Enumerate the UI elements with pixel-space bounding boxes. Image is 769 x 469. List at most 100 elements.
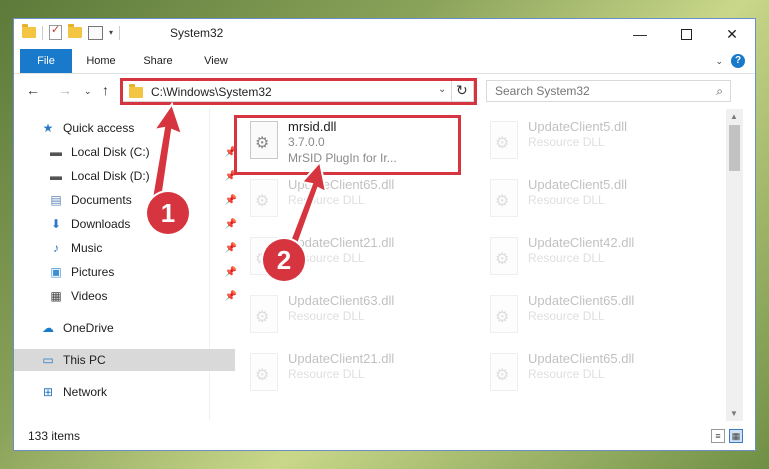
properties-icon[interactable] [88, 25, 103, 40]
star-icon: ★ [42, 121, 54, 135]
up-arrow-icon[interactable]: ↑ [102, 82, 109, 98]
vertical-scrollbar[interactable]: ▲ ▼ [726, 109, 743, 421]
nav-item-videos[interactable]: ▦ Videos 📌 [14, 285, 243, 307]
nav-item-downloads[interactable]: ⬇ Downloads 📌 [14, 213, 243, 235]
file-name: UpdateClient21.dll [288, 235, 395, 250]
file-name: UpdateClient5.dll [528, 177, 628, 192]
nav-item-this-pc[interactable]: ▭ This PC [14, 349, 235, 371]
file-name: UpdateClient65.dll [528, 293, 635, 308]
file-item-mrsid[interactable]: ⚙ mrsid.dll 3.7.0.0 MrSID PlugIn for Ir.… [240, 115, 470, 167]
file-name: UpdateClient63.dll [288, 293, 395, 308]
nav-item-label: Pictures [71, 265, 115, 279]
search-box[interactable]: ⌕ [486, 80, 731, 102]
expand-ribbon-chevron-icon[interactable]: ⌄ [715, 56, 723, 67]
file-description: Resource DLL [528, 135, 605, 149]
file-item[interactable]: ⚙ UpdateClient65.dll Resource DLL [240, 173, 470, 225]
view-toggle: ≡ ▦ [711, 429, 743, 443]
customize-toolbar-chevron-icon[interactable]: ▾ [109, 28, 113, 37]
nav-item-label: Local Disk (D:) [71, 169, 150, 183]
item-count: 133 items [28, 429, 81, 443]
forward-arrow-icon[interactable]: → [58, 82, 72, 98]
nav-item-label: Local Disk (C:) [71, 145, 150, 159]
scrollbar-thumb[interactable] [729, 125, 740, 171]
tiles-view-icon[interactable]: ▦ [729, 429, 743, 443]
tab-view[interactable]: View [198, 49, 234, 73]
file-item[interactable]: ⚙ UpdateClient5.dll Resource DLL [480, 115, 710, 167]
file-name: UpdateClient65.dll [288, 177, 395, 192]
minimize-button[interactable]: — [617, 19, 663, 49]
quick-access-toolbar: ▾ [22, 23, 121, 40]
nav-item-label: Downloads [71, 217, 131, 231]
back-arrow-icon[interactable]: ← [26, 82, 40, 98]
nav-item-onedrive[interactable]: ☁ OneDrive [14, 317, 235, 339]
folder-icon [129, 84, 143, 98]
toolbar-divider [119, 25, 121, 40]
file-item[interactable]: ⚙ UpdateClient21.dll Resource DLL [240, 347, 470, 399]
file-item[interactable]: ⚙ UpdateClient65.dll Resource DLL [480, 289, 710, 341]
search-icon[interactable]: ⌕ [716, 84, 723, 99]
window-controls: — ✕ [617, 19, 755, 49]
scroll-down-arrow-icon[interactable]: ▼ [730, 409, 738, 418]
refresh-icon[interactable]: ↻ [456, 82, 468, 99]
file-description: Resource DLL [528, 193, 605, 207]
file-description: Resource DLL [528, 367, 605, 381]
file-description: Resource DLL [288, 367, 365, 381]
nav-item-label: This PC [63, 353, 106, 367]
status-bar: 133 items ≡ ▦ [14, 423, 755, 450]
nav-item-local-disk-d[interactable]: ▬ Local Disk (D:) 📌 [14, 165, 243, 187]
help-icon[interactable]: ? [731, 54, 745, 68]
nav-item-label: Music [71, 241, 103, 255]
scroll-up-arrow-icon[interactable]: ▲ [730, 112, 738, 121]
folder-icon[interactable] [22, 24, 36, 38]
details-view-icon[interactable]: ≡ [711, 429, 725, 443]
properties-check-icon[interactable] [49, 23, 62, 40]
dll-file-icon: ⚙ [486, 179, 522, 219]
file-item[interactable]: ⚙ UpdateClient65.dll Resource DLL [480, 347, 710, 399]
file-description: MrSID PlugIn for Ir... [288, 151, 397, 165]
maximize-icon [680, 28, 692, 40]
navigation-bar: ← → ⌄ ↑ C:\Windows\System32 ⌄ ↻ ⌕ [14, 74, 755, 108]
step-1-callout: 1 [147, 192, 189, 234]
nav-item-label: OneDrive [63, 321, 114, 335]
dll-file-icon: ⚙ [246, 353, 282, 393]
file-name: UpdateClient5.dll [528, 119, 628, 134]
maximize-button[interactable] [663, 19, 709, 49]
nav-item-label: Quick access [63, 121, 135, 135]
dll-file-icon: ⚙ [486, 353, 522, 393]
pictures-icon: ▣ [50, 265, 62, 279]
network-icon: ⊞ [42, 385, 54, 399]
nav-item-quick-access[interactable]: ★ Quick access [14, 117, 235, 139]
cloud-icon: ☁ [42, 321, 54, 335]
nav-item-network[interactable]: ⊞ Network [14, 381, 235, 403]
tab-home[interactable]: Home [80, 49, 122, 73]
dll-file-icon: ⚙ [486, 295, 522, 335]
file-description: Resource DLL [288, 193, 365, 207]
file-item[interactable]: ⚙ UpdateClient5.dll Resource DLL [480, 173, 710, 225]
close-button[interactable]: ✕ [709, 19, 755, 49]
file-item[interactable]: ⚙ UpdateClient42.dll Resource DLL [480, 231, 710, 283]
new-folder-icon[interactable] [68, 24, 82, 38]
nav-item-music[interactable]: ♪ Music 📌 [14, 237, 243, 259]
tab-file[interactable]: File [20, 49, 72, 73]
address-divider [451, 81, 452, 101]
nav-item-label: Documents [71, 193, 132, 207]
explorer-window: ▾ System32 — ✕ File Home Share View ⌄ ? … [14, 19, 755, 450]
nav-item-documents[interactable]: ▤ Documents 📌 [14, 189, 243, 211]
file-item[interactable]: ⚙ UpdateClient63.dll Resource DLL [240, 289, 470, 341]
navigation-pane: ★ Quick access ▬ Local Disk (C:) 📌 ▬ Loc… [14, 108, 237, 420]
window-title: System32 [170, 26, 224, 40]
address-bar[interactable]: C:\Windows\System32 ⌄ ↻ [122, 80, 474, 102]
address-dropdown-chevron-icon[interactable]: ⌄ [438, 84, 446, 95]
film-icon: ▦ [50, 289, 62, 303]
address-path[interactable]: C:\Windows\System32 [151, 85, 272, 99]
file-name: UpdateClient42.dll [528, 235, 635, 250]
title-bar: ▾ System32 — ✕ [14, 19, 755, 49]
tab-share[interactable]: Share [138, 49, 178, 73]
file-description: Resource DLL [528, 309, 605, 323]
dll-file-icon: ⚙ [246, 295, 282, 335]
file-version: 3.7.0.0 [288, 135, 325, 149]
recent-locations-chevron-icon[interactable]: ⌄ [84, 86, 92, 97]
nav-item-local-disk-c[interactable]: ▬ Local Disk (C:) 📌 [14, 141, 243, 163]
nav-item-pictures[interactable]: ▣ Pictures 📌 [14, 261, 243, 283]
search-input[interactable] [487, 81, 705, 101]
